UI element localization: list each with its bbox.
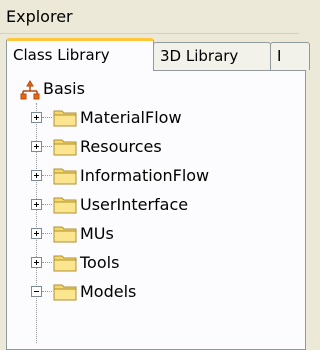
tree-item-models[interactable]: Models xyxy=(7,278,305,306)
window-title: Explorer xyxy=(6,7,73,26)
expand-plus-icon[interactable] xyxy=(31,199,42,210)
folder-icon xyxy=(53,168,77,185)
tab-strip: Class Library 3D Library I xyxy=(0,34,310,71)
expand-plus-icon[interactable] xyxy=(31,141,42,152)
folder-icon xyxy=(53,110,77,127)
hierarchy-icon xyxy=(20,80,40,100)
folder-icon xyxy=(53,255,77,272)
tree-connector xyxy=(42,175,52,176)
tree-item-label: UserInterface xyxy=(80,195,189,214)
tree-connector xyxy=(42,233,52,234)
expand-plus-icon[interactable] xyxy=(31,170,42,181)
expand-plus-icon[interactable] xyxy=(31,257,42,268)
tree-item-label: MaterialFlow xyxy=(80,108,182,127)
collapse-minus-icon[interactable] xyxy=(31,286,42,297)
class-tree: Basis MaterialFlow Resources Information… xyxy=(7,71,305,349)
expand-plus-icon[interactable] xyxy=(31,112,42,123)
tree-item-label: Resources xyxy=(80,137,162,156)
tree-item-label: Tools xyxy=(80,253,120,272)
tree-item-label: MUs xyxy=(80,224,114,243)
tree-connector xyxy=(42,291,52,292)
tree-item-materialflow[interactable]: MaterialFlow xyxy=(7,104,305,132)
folder-icon xyxy=(53,226,77,243)
folder-icon xyxy=(53,284,77,301)
tab-3d-library[interactable]: 3D Library xyxy=(153,42,271,70)
tree-connector xyxy=(42,204,52,205)
tree-item-tools[interactable]: Tools xyxy=(7,249,305,277)
tree-root-label: Basis xyxy=(43,79,85,98)
tab-class-library[interactable]: Class Library xyxy=(6,38,154,71)
tab-overflow[interactable]: I xyxy=(270,42,310,70)
tree-item-informationflow[interactable]: InformationFlow xyxy=(7,162,305,190)
class-library-panel: Basis MaterialFlow Resources Information… xyxy=(6,70,306,350)
tree-item-mus[interactable]: MUs xyxy=(7,220,305,248)
folder-icon xyxy=(53,197,77,214)
tree-root-basis[interactable]: Basis xyxy=(7,75,305,103)
tree-item-label: Models xyxy=(80,282,137,301)
tree-item-label: InformationFlow xyxy=(80,166,210,185)
tree-item-resources[interactable]: Resources xyxy=(7,133,305,161)
tree-item-userinterface[interactable]: UserInterface xyxy=(7,191,305,219)
expand-plus-icon[interactable] xyxy=(31,228,42,239)
tree-connector xyxy=(42,262,52,263)
folder-icon xyxy=(53,139,77,156)
tree-connector xyxy=(42,146,52,147)
explorer-title-bar: Explorer xyxy=(0,0,299,34)
tree-connector xyxy=(42,117,52,118)
